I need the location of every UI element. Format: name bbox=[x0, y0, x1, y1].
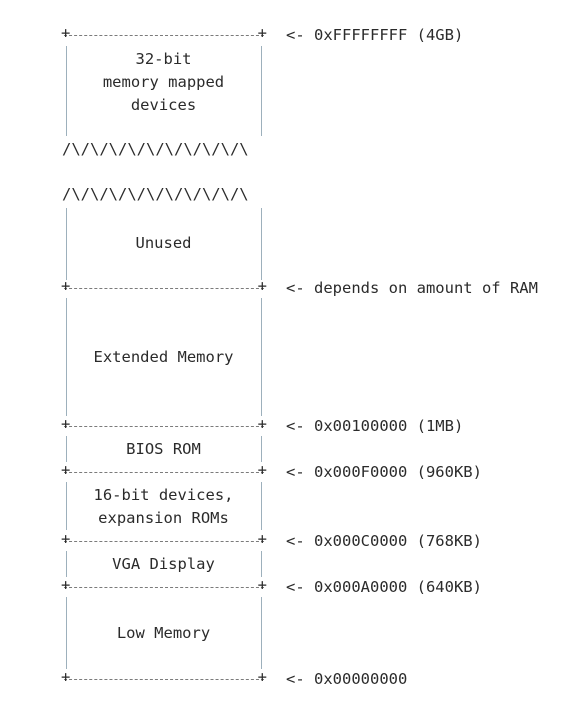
boundary-ram bbox=[61, 277, 267, 295]
region-low-label: Low Memory bbox=[116, 624, 211, 642]
break-mark-upper: /\/\/\/\/\/\/\/\/\/\ bbox=[62, 140, 249, 158]
boundary-1mb bbox=[61, 415, 267, 433]
region-bios-right-side bbox=[261, 436, 262, 462]
address-top: <- 0xFFFFFFFF (4GB) bbox=[286, 26, 464, 44]
region-32bit-label-3: devices bbox=[130, 96, 197, 114]
region-unused-label: Unused bbox=[135, 234, 192, 252]
region-unused-right-side bbox=[261, 208, 262, 280]
boundary-top bbox=[61, 24, 267, 42]
region-low-right-side bbox=[261, 597, 262, 669]
boundary-960kb bbox=[61, 461, 267, 479]
region-16bit-right-side bbox=[261, 482, 262, 530]
region-16bit-label-1: 16-bit devices, bbox=[93, 486, 234, 504]
address-1mb: <- 0x00100000 (1MB) bbox=[286, 417, 464, 435]
region-extended-right-side bbox=[261, 298, 262, 416]
region-vga-label: VGA Display bbox=[112, 555, 215, 573]
address-768kb: <- 0x000C0000 (768KB) bbox=[286, 532, 482, 550]
boundary-640kb bbox=[61, 576, 267, 594]
break-mark-lower: /\/\/\/\/\/\/\/\/\/\ bbox=[62, 185, 249, 203]
address-ram: <- depends on amount of RAM bbox=[286, 279, 538, 297]
region-32bit-right-side bbox=[261, 46, 262, 136]
boundary-zero bbox=[61, 668, 267, 686]
region-vga-right-side bbox=[261, 551, 262, 577]
region-extended-label: Extended Memory bbox=[93, 348, 234, 366]
region-16bit-label-2: expansion ROMs bbox=[98, 509, 229, 527]
region-32bit-label-2: memory mapped bbox=[102, 73, 225, 91]
region-32bit-label-1: 32-bit bbox=[135, 50, 192, 68]
address-zero: <- 0x00000000 bbox=[286, 670, 408, 688]
region-bios-label: BIOS ROM bbox=[126, 440, 201, 458]
boundary-768kb bbox=[61, 530, 267, 548]
address-640kb: <- 0x000A0000 (640KB) bbox=[286, 578, 482, 596]
address-960kb: <- 0x000F0000 (960KB) bbox=[286, 463, 482, 481]
memory-map-diagram: <- 0xFFFFFFFF (4GB) 32-bit memory mapped… bbox=[0, 0, 585, 711]
